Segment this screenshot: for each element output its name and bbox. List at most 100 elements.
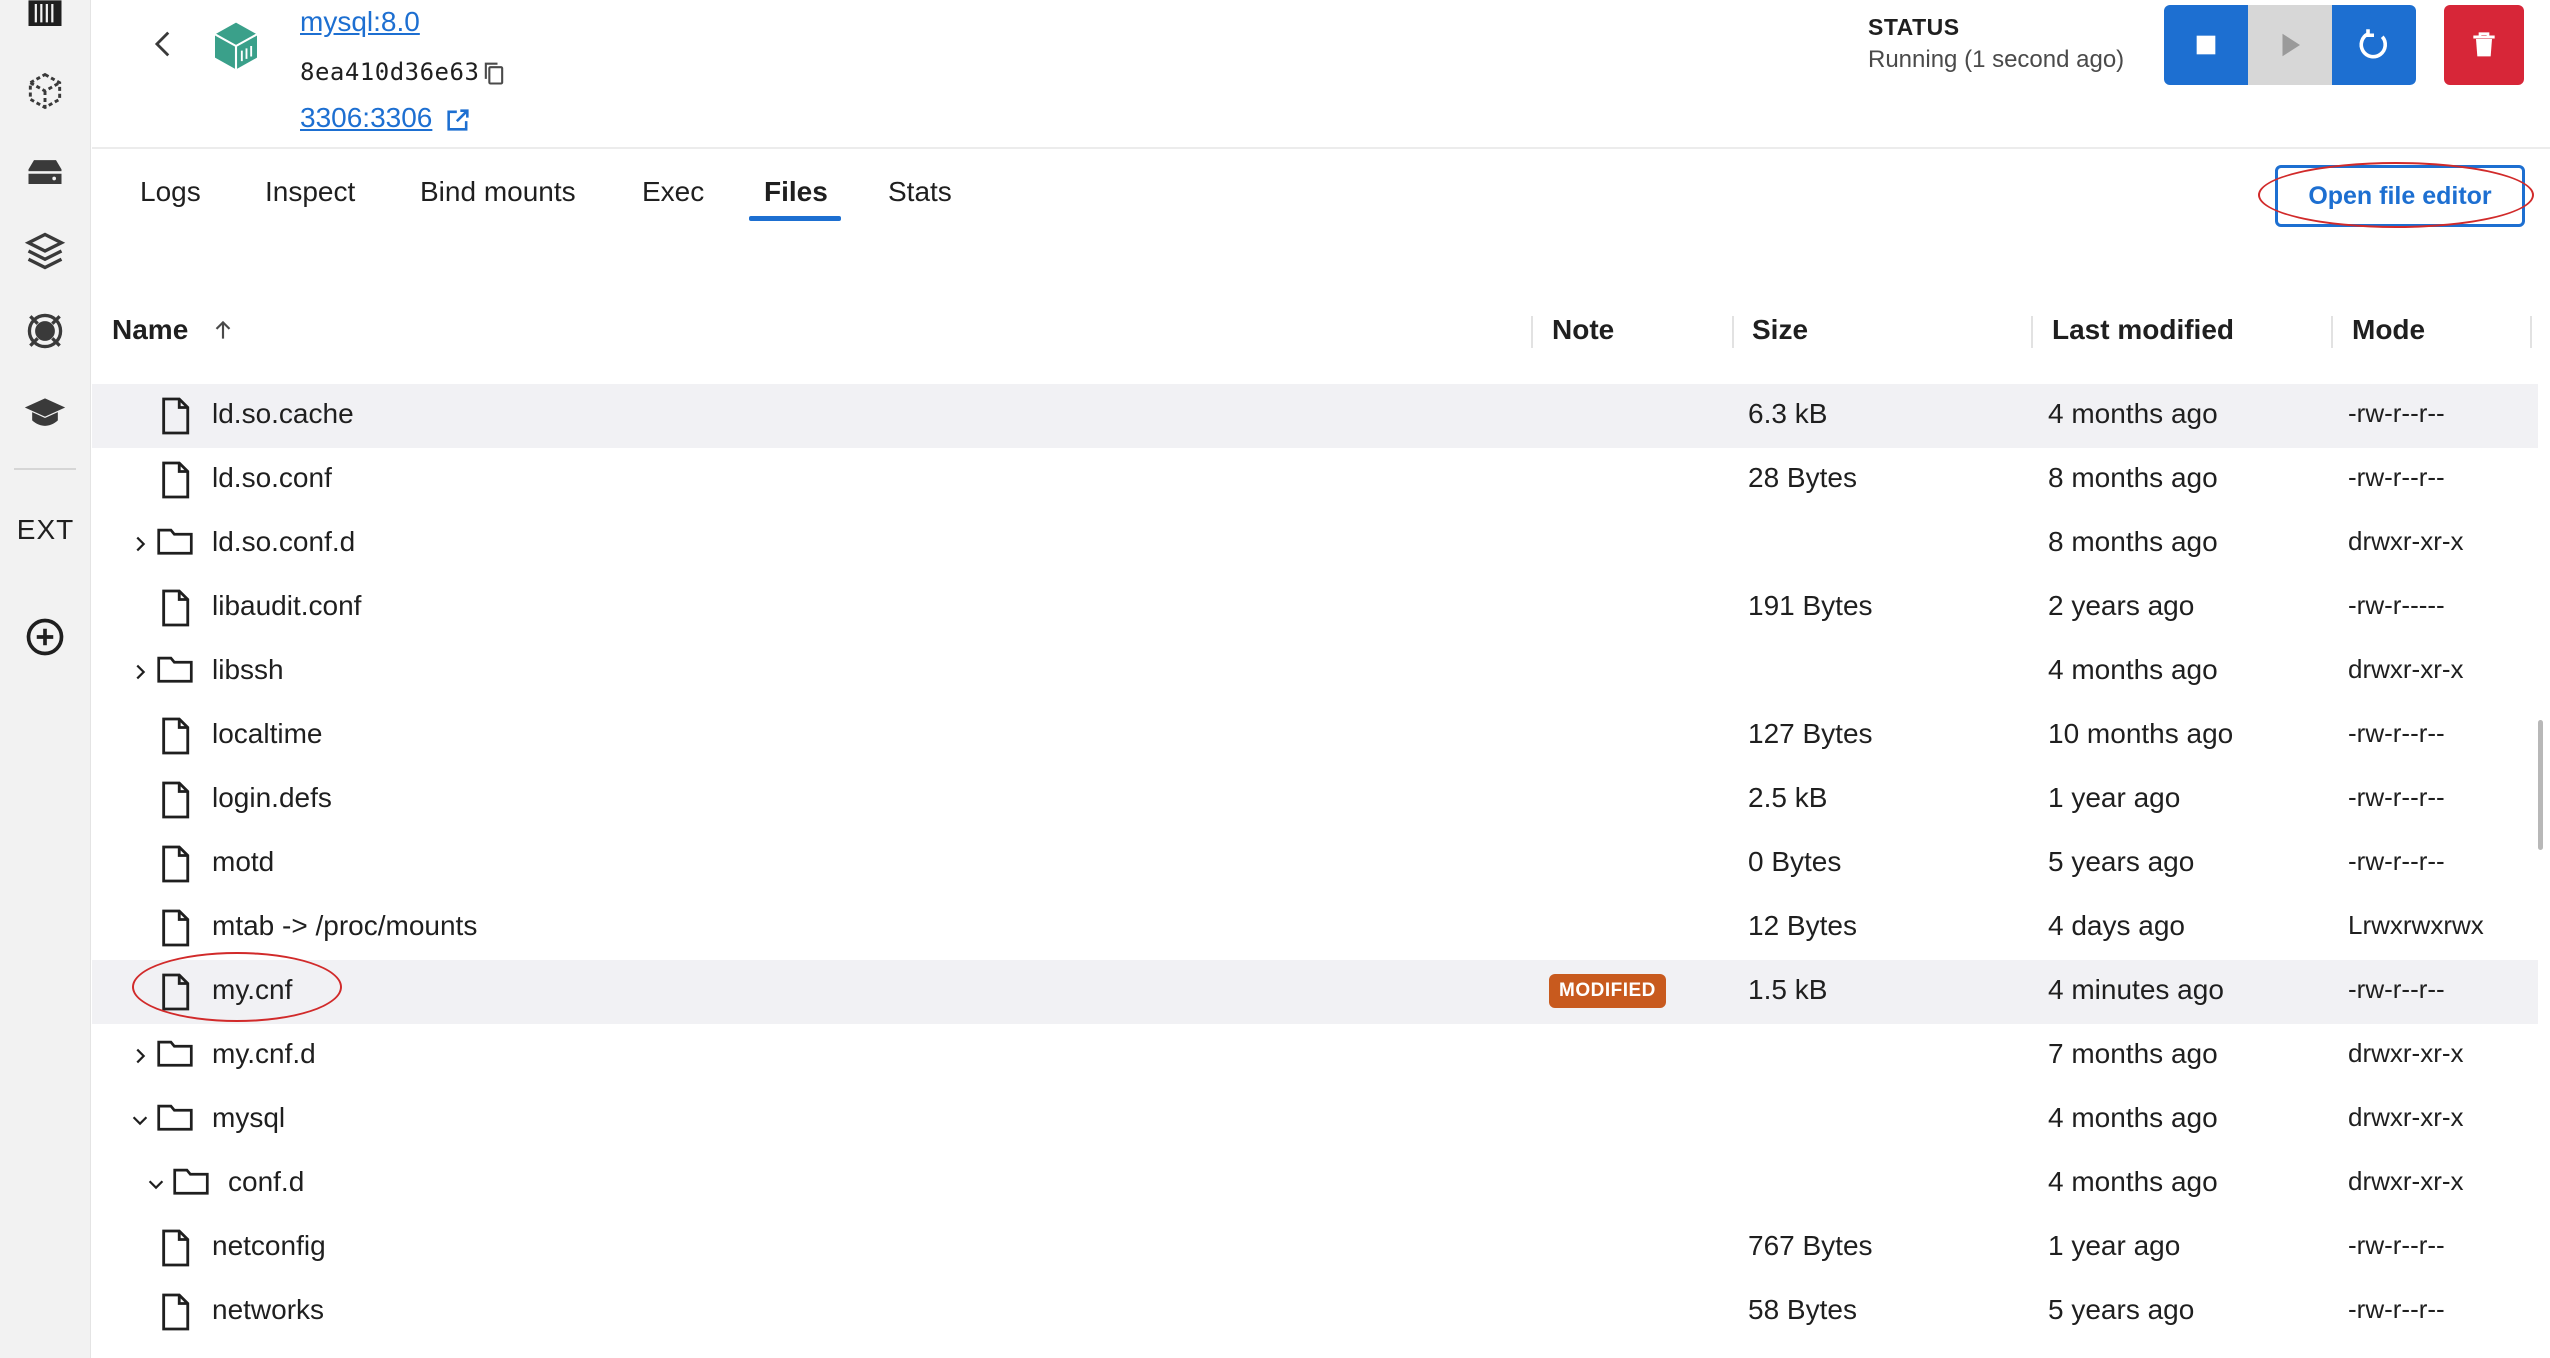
tab-files[interactable]: Files xyxy=(764,170,828,214)
column-header-note[interactable]: Note xyxy=(1552,314,1614,346)
file-last-modified: 1 year ago xyxy=(2048,1230,2181,1261)
container-icon xyxy=(208,18,264,74)
containers-icon[interactable] xyxy=(22,0,68,38)
file-last-modified: 5 years ago xyxy=(2048,1294,2195,1325)
sidebar-divider xyxy=(14,468,76,470)
file-last-modified: 2 years ago xyxy=(2048,590,2195,621)
tab-stats[interactable]: Stats xyxy=(888,170,952,214)
column-divider xyxy=(2530,316,2532,348)
tab-inspect[interactable]: Inspect xyxy=(265,170,355,214)
file-size: 12 Bytes xyxy=(1748,910,1857,941)
table-row[interactable]: ld.so.cache 6.3 kB 4 months ago -rw-r--r-- xyxy=(92,384,2538,448)
file-name: ld.so.conf.d xyxy=(212,526,356,557)
tab-logs[interactable]: Logs xyxy=(140,170,201,214)
file-icon xyxy=(158,1292,192,1332)
folder-icon xyxy=(156,1100,193,1140)
container-header: mysql:8.0 8ea410d36e63 3306:3306 STATUS … xyxy=(92,0,2550,149)
file-name: networks xyxy=(212,1294,325,1325)
volumes-icon[interactable] xyxy=(22,150,68,196)
file-mode: -rw-r----- xyxy=(2348,590,2445,620)
container-id: 8ea410d36e63 xyxy=(300,58,480,86)
file-icon xyxy=(158,588,192,628)
container-title-link[interactable]: mysql:8.0 xyxy=(300,6,420,38)
table-row[interactable]: mysql 4 months ago drwxr-xr-x xyxy=(92,1088,2538,1152)
file-icon xyxy=(158,396,192,436)
table-row[interactable]: libaudit.conf 191 Bytes 2 years ago -rw-r--… xyxy=(92,576,2538,640)
start-button[interactable] xyxy=(2248,5,2332,85)
stop-icon xyxy=(2196,35,2216,55)
file-size: 2.5 kB xyxy=(1748,782,1828,813)
port-link[interactable]: 3306:3306 xyxy=(300,102,432,134)
sort-ascending-icon xyxy=(215,320,231,339)
file-mode: -rw-r--r-- xyxy=(2348,1230,2445,1260)
column-divider xyxy=(2031,316,2033,348)
file-last-modified: 4 months ago xyxy=(2048,654,2218,685)
table-row[interactable]: localtime 127 Bytes 10 months ago -rw-r--r-… xyxy=(92,704,2538,768)
chevron-right-icon[interactable] xyxy=(126,656,154,688)
restart-icon xyxy=(2359,29,2388,59)
table-row[interactable]: conf.d 4 months ago drwxr-xr-x xyxy=(92,1152,2538,1216)
file-name: libaudit.conf xyxy=(212,590,362,621)
scrollbar-thumb[interactable] xyxy=(2538,720,2543,850)
file-icon xyxy=(158,972,192,1012)
file-name: my.cnf.d xyxy=(212,1038,316,1069)
file-name: ld.so.conf xyxy=(212,462,332,493)
scrollbar[interactable] xyxy=(2538,384,2546,1358)
file-mode: drwxr-xr-x xyxy=(2348,654,2464,684)
file-name: my.cnf xyxy=(212,974,293,1005)
chevron-right-icon[interactable] xyxy=(126,528,154,560)
open-file-editor-button[interactable]: Open file editor xyxy=(2275,165,2525,227)
file-mode: -rw-r--r-- xyxy=(2348,974,2445,1004)
modified-badge: MODIFIED xyxy=(1549,974,1666,1008)
file-size: 127 Bytes xyxy=(1748,718,1873,749)
file-size: 6.3 kB xyxy=(1748,398,1828,429)
table-row[interactable]: mtab -> /proc/mounts 12 Bytes 4 days ago Lr… xyxy=(92,896,2538,960)
table-row[interactable]: networks 58 Bytes 5 years ago -rw-r--r-- xyxy=(92,1280,2538,1344)
column-header-name[interactable]: Name xyxy=(112,314,236,346)
file-name: conf.d xyxy=(228,1166,305,1197)
file-name: libssh xyxy=(212,654,284,685)
tab-bind-mounts[interactable]: Bind mounts xyxy=(420,170,576,214)
scout-icon[interactable] xyxy=(22,308,68,354)
learning-center-icon[interactable] xyxy=(22,390,68,436)
chevron-down-icon[interactable] xyxy=(142,1168,170,1200)
table-row[interactable]: my.cnf MODIFIED 1.5 kB 4 minutes ago -rw-r--… xyxy=(92,952,2538,1024)
file-size: 0 Bytes xyxy=(1748,846,1842,877)
copy-icon[interactable] xyxy=(480,58,508,88)
column-divider xyxy=(1732,316,1734,348)
back-button[interactable] xyxy=(142,22,186,66)
file-name: localtime xyxy=(212,718,323,749)
column-header-size[interactable]: Size xyxy=(1752,314,1808,346)
chevron-right-icon[interactable] xyxy=(126,1040,154,1072)
file-size: 28 Bytes xyxy=(1748,462,1857,493)
table-row[interactable]: motd 0 Bytes 5 years ago -rw-r--r-- xyxy=(92,832,2538,896)
file-name: motd xyxy=(212,846,275,877)
stop-button[interactable] xyxy=(2164,5,2248,85)
tab-exec[interactable]: Exec xyxy=(642,170,704,214)
file-mode: -rw-r--r-- xyxy=(2348,1294,2445,1324)
file-mode: -rw-r--r-- xyxy=(2348,398,2445,428)
folder-icon xyxy=(156,652,193,692)
table-row[interactable]: libssh 4 months ago drwxr-xr-x xyxy=(92,640,2538,704)
table-row[interactable]: netconfig 767 Bytes 1 year ago -rw-r--r-- xyxy=(92,1216,2538,1280)
file-mode: drwxr-xr-x xyxy=(2348,1102,2464,1132)
table-row[interactable]: login.defs 2.5 kB 1 year ago -rw-r--r-- xyxy=(92,768,2538,832)
status-value: Running (1 second ago) xyxy=(1868,46,2125,73)
column-header-mode[interactable]: Mode xyxy=(2352,314,2425,346)
chevron-down-icon[interactable] xyxy=(126,1104,154,1136)
file-icon xyxy=(158,908,192,948)
table-row[interactable]: ld.so.conf 28 Bytes 8 months ago -rw-r--r-- xyxy=(92,448,2538,512)
table-row[interactable]: ld.so.conf.d 8 months ago drwxr-xr-x xyxy=(92,512,2538,576)
file-mode: drwxr-xr-x xyxy=(2348,1038,2464,1068)
plus-circle-icon[interactable] xyxy=(22,614,68,660)
column-header-last-modified[interactable]: Last modified xyxy=(2052,314,2234,346)
images-icon[interactable] xyxy=(22,68,68,114)
file-table-body: ld.so.cache 6.3 kB 4 months ago -rw-r--r-- l… xyxy=(92,384,2538,1358)
delete-button[interactable] xyxy=(2444,5,2524,85)
column-header-name-label: Name xyxy=(112,314,189,345)
file-name: mtab -> /proc/mounts xyxy=(212,910,478,941)
external-link-icon[interactable] xyxy=(444,106,472,134)
table-row[interactable]: my.cnf.d 7 months ago drwxr-xr-x xyxy=(92,1024,2538,1088)
restart-button[interactable] xyxy=(2332,5,2416,85)
builds-icon[interactable] xyxy=(22,228,68,274)
